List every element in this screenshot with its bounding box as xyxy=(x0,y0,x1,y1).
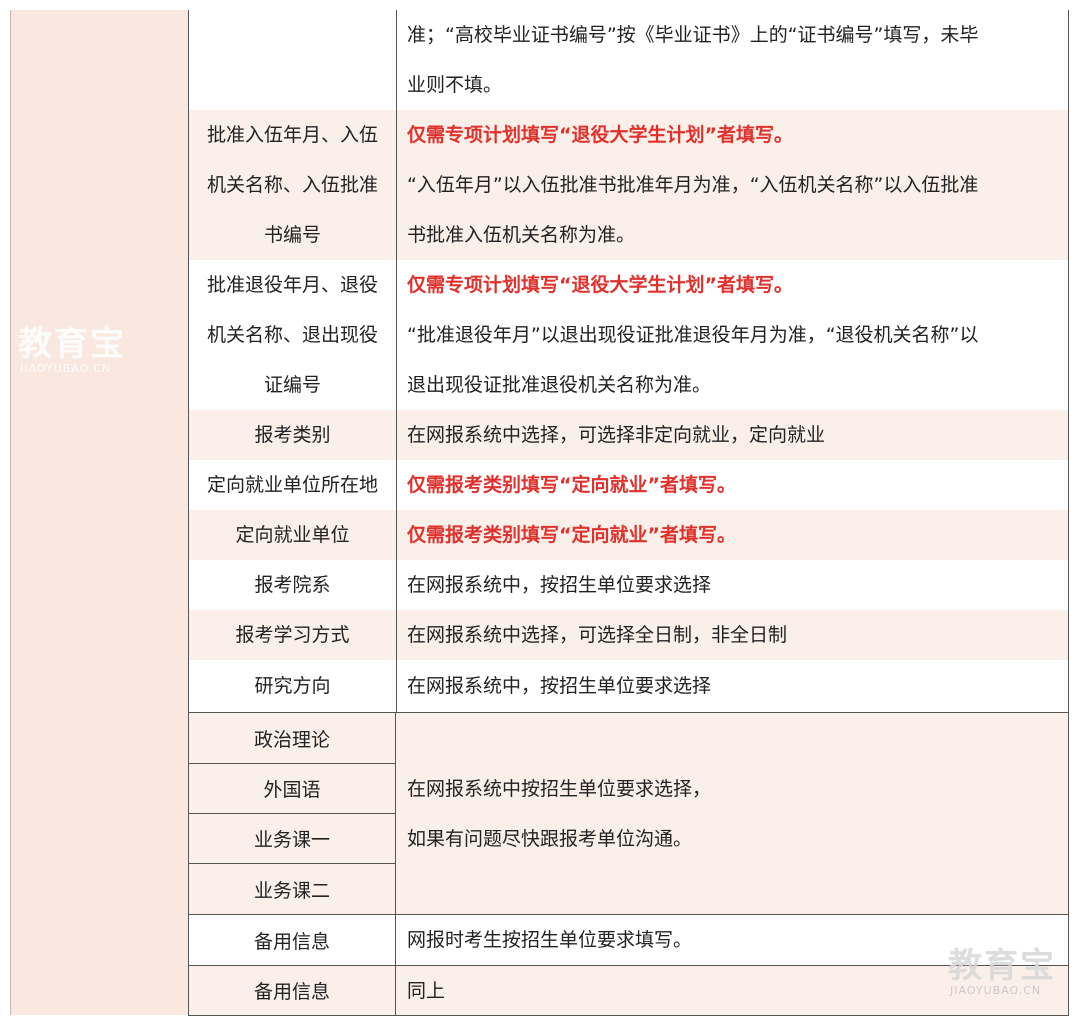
row-description: 仅需报考类别填写“定向就业”者填写。 xyxy=(396,460,1069,510)
subject-label: 业务课一 xyxy=(188,814,396,864)
label-line: 机关名称、退出现役 xyxy=(206,324,378,346)
desc-line: 如果有问题尽快跟报考单位沟通。 xyxy=(407,827,693,850)
desc-line: 同上 xyxy=(407,980,446,1002)
label-line: 批准退役年月、退役 xyxy=(206,274,378,296)
row-description: 仅需报考类别填写“定向就业”者填写。 xyxy=(396,510,1069,560)
left-band xyxy=(10,10,190,1015)
table-row: 批准入伍年月、入伍 机关名称、入伍批准 书编号 仅需专项计划填写“退役大学生计划… xyxy=(188,110,1069,261)
label-line: 机关名称、入伍批准 xyxy=(206,174,378,196)
row-label xyxy=(188,10,397,110)
label-line: 书编号 xyxy=(263,224,321,246)
desc-line: 在网报系统中按招生单位要求选择， xyxy=(407,777,712,800)
desc-line: “批准退役年月”以退出现役证批准退役年月为准，“退役机关名称”以 xyxy=(407,324,979,346)
desc-line: 在网报系统中，按招生单位要求选择 xyxy=(407,675,712,697)
desc-line: 在网报系统中选择，可选择全日制，非全日制 xyxy=(407,624,788,646)
table-row: 批准退役年月、退役 机关名称、退出现役 证编号 仅需专项计划填写“退役大学生计划… xyxy=(188,260,1069,411)
row-label: 批准退役年月、退役 机关名称、退出现役 证编号 xyxy=(188,260,397,410)
merged-description: 在网报系统中按招生单位要求选择， 如果有问题尽快跟报考单位沟通。 xyxy=(396,713,1069,915)
requirement-note: 仅需专项计划填写“退役大学生计划”者填写。 xyxy=(407,124,793,146)
table-row: 报考院系 在网报系统中，按招生单位要求选择 xyxy=(188,560,1069,611)
table-row: 报考学习方式 在网报系统中选择，可选择全日制，非全日制 xyxy=(188,610,1069,661)
watermark-right: 教育宝 JIAOYUBAO.CN xyxy=(948,948,1068,997)
watermark-brand: 教育宝 xyxy=(18,324,126,364)
row-label: 定向就业单位 xyxy=(188,510,397,560)
watermark-left: 教育宝 JIAOYUBAO.CN xyxy=(18,326,138,375)
desc-line: 在网报系统中，按招生单位要求选择 xyxy=(407,574,712,596)
subject-label: 业务课二 xyxy=(188,864,396,915)
desc-line: 退出现役证批准退役机关名称为准。 xyxy=(407,374,712,396)
row-description: 在网报系统中选择，可选择非定向就业，定向就业 xyxy=(396,410,1069,460)
row-description: 仅需专项计划填写“退役大学生计划”者填写。 “入伍年月”以入伍批准书批准年月为准… xyxy=(396,110,1069,260)
table-row: 研究方向 在网报系统中，按招生单位要求选择 xyxy=(188,660,1069,713)
subject-label: 外国语 xyxy=(188,764,396,814)
requirement-note: 仅需报考类别填写“定向就业”者填写。 xyxy=(407,524,736,546)
watermark-brand: 教育宝 xyxy=(948,946,1056,986)
desc-line: 书批准入伍机关名称为准。 xyxy=(407,224,636,246)
desc-line: 准；“高校毕业证书编号”按《毕业证书》上的“证书编号”填写，未毕 xyxy=(407,24,979,46)
desc-line: “入伍年月”以入伍批准书批准年月为准，“入伍机关名称”以入伍批准 xyxy=(407,174,979,196)
row-description: 在网报系统中选择，可选择全日制，非全日制 xyxy=(396,610,1069,660)
requirement-note: 仅需报考类别填写“定向就业”者填写。 xyxy=(407,474,736,496)
requirement-note: 仅需专项计划填写“退役大学生计划”者填写。 xyxy=(407,274,793,296)
row-label: 报考院系 xyxy=(188,560,397,610)
row-description: 在网报系统中，按招生单位要求选择 xyxy=(396,560,1069,610)
row-label: 定向就业单位所在地 xyxy=(188,460,397,510)
row-description: 在网报系统中，按招生单位要求选择 xyxy=(396,660,1069,712)
row-label: 报考类别 xyxy=(188,410,397,460)
row-label: 备用信息 xyxy=(188,966,396,1016)
subject-label: 政治理论 xyxy=(188,713,396,764)
row-label: 备用信息 xyxy=(188,915,396,966)
row-description: 仅需专项计划填写“退役大学生计划”者填写。 “批准退役年月”以退出现役证批准退役… xyxy=(396,260,1069,410)
desc-line: 在网报系统中选择，可选择非定向就业，定向就业 xyxy=(407,424,826,446)
table-row: 准；“高校毕业证书编号”按《毕业证书》上的“证书编号”填写，未毕 业则不填。 xyxy=(188,10,1069,111)
label-line: 批准入伍年月、入伍 xyxy=(206,124,378,146)
table-row: 报考类别 在网报系统中选择，可选择非定向就业，定向就业 xyxy=(188,410,1069,461)
table-row: 定向就业单位 仅需报考类别填写“定向就业”者填写。 xyxy=(188,510,1069,561)
desc-line: 业则不填。 xyxy=(407,74,503,96)
row-label: 报考学习方式 xyxy=(188,610,397,660)
row-label: 批准入伍年月、入伍 机关名称、入伍批准 书编号 xyxy=(188,110,397,260)
row-label: 研究方向 xyxy=(188,660,397,712)
table-row: 定向就业单位所在地 仅需报考类别填写“定向就业”者填写。 xyxy=(188,460,1069,511)
label-line: 证编号 xyxy=(263,374,321,396)
desc-line: 网报时考生按招生单位要求填写。 xyxy=(407,929,693,951)
row-description: 准；“高校毕业证书编号”按《毕业证书》上的“证书编号”填写，未毕 业则不填。 xyxy=(396,10,1069,110)
